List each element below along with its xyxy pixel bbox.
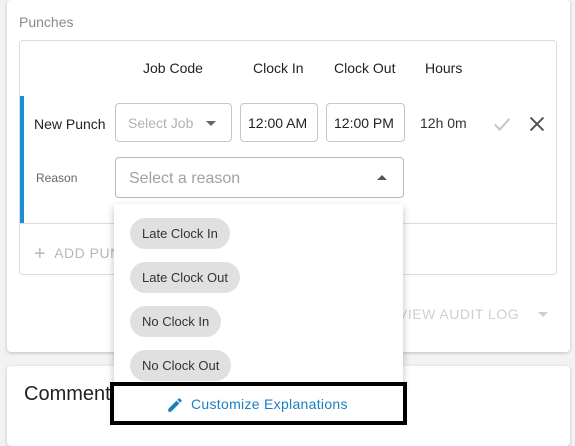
reason-option-no-clock-out[interactable]: No Clock Out xyxy=(130,350,232,381)
customize-explanations-button[interactable]: Customize Explanations xyxy=(110,382,407,425)
audit-log-label: VIEW AUDIT LOG xyxy=(398,306,520,322)
plus-icon: + xyxy=(34,243,47,265)
close-icon[interactable] xyxy=(526,113,548,135)
customize-explanations-label: Customize Explanations xyxy=(191,396,348,412)
reason-option-late-clock-in[interactable]: Late Clock In xyxy=(130,218,230,249)
clock-in-field[interactable]: 12:00 AM xyxy=(240,103,318,142)
header-hours: Hours xyxy=(425,60,463,76)
clock-out-value: 12:00 PM xyxy=(334,115,394,131)
view-audit-log-button[interactable]: VIEW AUDIT LOG xyxy=(398,306,548,322)
section-title: Punches xyxy=(19,14,74,30)
caret-down-icon xyxy=(537,312,548,317)
reason-option-late-clock-out[interactable]: Late Clock Out xyxy=(130,262,240,293)
reason-select[interactable]: Select a reason xyxy=(115,157,404,198)
job-code-select[interactable]: Select Job xyxy=(115,103,232,142)
header-clock-in: Clock In xyxy=(253,60,304,76)
reason-label: Reason xyxy=(36,171,78,185)
clock-out-field[interactable]: 12:00 PM xyxy=(326,103,405,142)
pencil-icon xyxy=(168,398,182,412)
reason-option-no-clock-in[interactable]: No Clock In xyxy=(130,306,222,337)
comments-title: Comments xyxy=(24,383,121,405)
caret-up-icon xyxy=(377,175,387,180)
header-job-code: Job Code xyxy=(143,60,203,76)
clock-in-value: 12:00 AM xyxy=(248,115,308,131)
check-icon[interactable] xyxy=(491,113,513,135)
reason-placeholder: Select a reason xyxy=(129,170,241,187)
header-clock-out: Clock Out xyxy=(334,60,396,76)
hours-value: 12h 0m xyxy=(420,115,467,131)
new-punch-label: New Punch xyxy=(34,116,106,132)
job-code-placeholder: Select Job xyxy=(128,115,194,131)
caret-down-icon xyxy=(206,121,216,126)
